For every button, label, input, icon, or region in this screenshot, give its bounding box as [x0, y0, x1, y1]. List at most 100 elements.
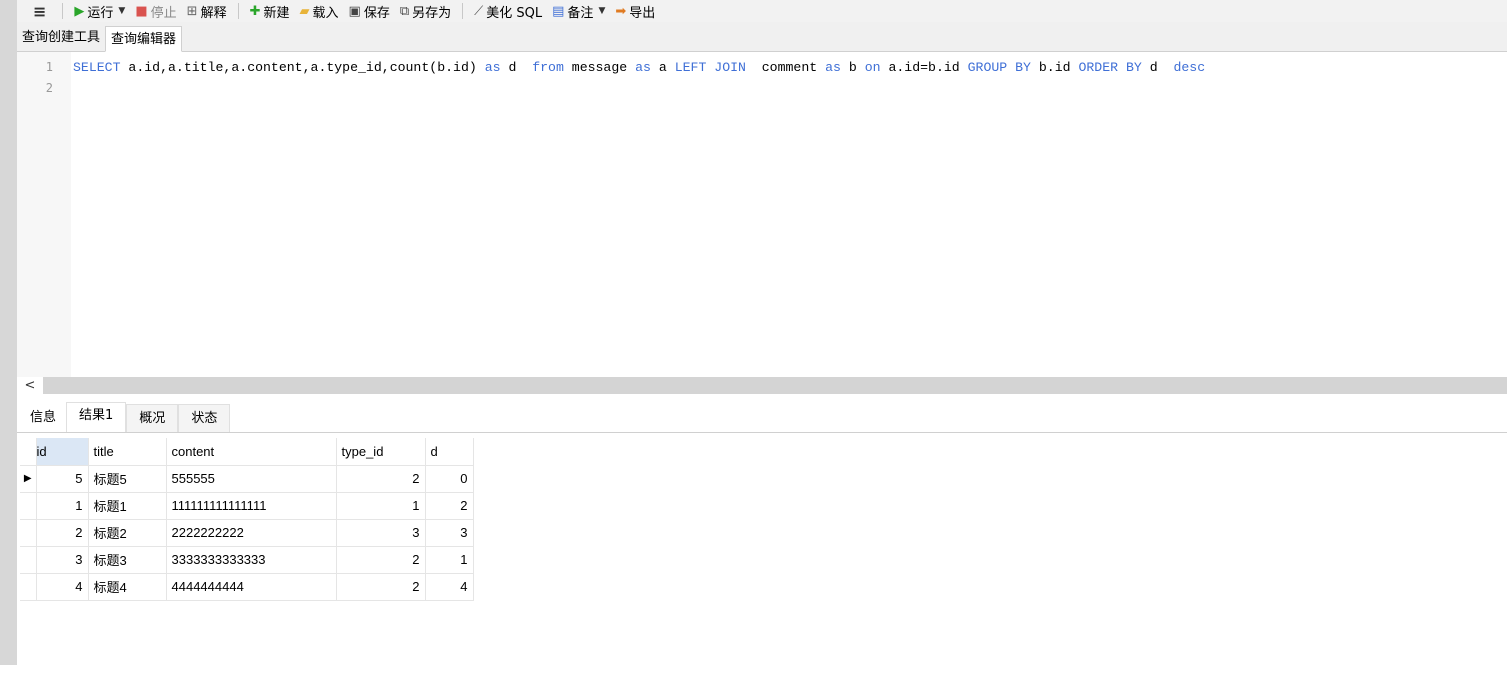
table-cell-type-id[interactable]: 2	[336, 465, 426, 493]
row-indicator[interactable]	[20, 546, 37, 574]
save-icon: ▣	[348, 3, 361, 19]
stop-button[interactable]: ■ 停止	[130, 2, 181, 21]
beautify-label: 美化 SQL	[486, 5, 543, 21]
beautify-sql-button[interactable]: ⟋ 美化 SQL	[469, 2, 547, 21]
tab-query-editor[interactable]: 查询编辑器	[105, 26, 183, 52]
table-cell-d[interactable]: 3	[425, 519, 474, 547]
sql-editor[interactable]: 1 2 SELECT a.id,a.title,a.content,a.type…	[17, 52, 1507, 377]
tab-result-1[interactable]: 结果1	[66, 402, 127, 432]
column-header-content[interactable]: content	[166, 438, 337, 466]
sql-keyword: LEFT	[674, 60, 707, 75]
sql-keyword: SELECT	[73, 60, 121, 75]
grid-header-row: id title content type_id d	[20, 438, 474, 466]
run-button[interactable]: ▶ 运行 ▼	[69, 2, 130, 21]
run-label: 运行	[87, 5, 114, 21]
sql-keyword: JOIN	[714, 60, 746, 75]
table-row[interactable]: 3 标题3 3333333333333 2 1	[20, 546, 474, 574]
toolbar: ≡ ▶ 运行 ▼ ■ 停止 ⊞ 解释 ✚ 新建 ▰ 载入 ▣ 保存 ⧉ 另存为 …	[17, 0, 1507, 22]
sql-keyword: BY	[1125, 60, 1142, 75]
new-button[interactable]: ✚ 新建	[245, 2, 295, 21]
toolbar-divider	[237, 3, 239, 19]
magic-wand-icon: ⟋	[474, 3, 484, 19]
row-indicator[interactable]	[20, 492, 37, 520]
save-button[interactable]: ▣ 保存	[344, 2, 395, 21]
table-cell-type-id[interactable]: 1	[336, 492, 426, 520]
folder-icon: ▰	[299, 3, 310, 19]
table-cell-content[interactable]: 111111111111111	[166, 492, 337, 520]
column-header-id[interactable]: id	[36, 438, 89, 466]
table-cell-title[interactable]: 标题1	[88, 492, 167, 520]
save-as-button[interactable]: ⧉ 另存为	[395, 2, 456, 21]
explain-button[interactable]: ⊞ 解释	[182, 2, 232, 21]
table-cell-d[interactable]: 2	[425, 492, 474, 520]
chevron-down-icon[interactable]: ▼	[598, 6, 605, 16]
table-row[interactable]: 1 标题1 111111111111111 1 2	[20, 492, 474, 520]
sql-code-line[interactable]: SELECT a.id,a.title,a.content,a.type_id,…	[73, 60, 1205, 75]
row-indicator-header	[20, 438, 37, 466]
new-query-icon: ✚	[249, 3, 261, 19]
tab-info[interactable]: 信息	[17, 404, 67, 432]
tab-query-builder[interactable]: 查询创建工具	[17, 25, 105, 51]
result-grid: id title content type_id d ▶ 5 标题5 555555 2 0…	[20, 438, 474, 601]
comment-label: 备注	[567, 5, 594, 21]
table-cell-id[interactable]: 3	[36, 546, 89, 574]
table-cell-type-id[interactable]: 3	[336, 519, 426, 547]
table-cell-title[interactable]: 标题5	[88, 465, 167, 493]
save-as-label: 另存为	[412, 5, 452, 21]
table-cell-title[interactable]: 标题4	[88, 573, 167, 601]
explain-label: 解释	[200, 5, 227, 21]
column-header-type-id[interactable]: type_id	[336, 438, 426, 466]
export-icon: ➡	[615, 3, 627, 19]
table-row[interactable]: 2 标题2 2222222222 3 3	[20, 519, 474, 547]
table-cell-d[interactable]: 4	[425, 573, 474, 601]
new-label: 新建	[263, 5, 290, 21]
sql-keyword: ORDER	[1078, 60, 1119, 75]
table-cell-id[interactable]: 2	[36, 519, 89, 547]
sql-keyword: as	[825, 60, 841, 75]
play-icon: ▶	[74, 3, 85, 19]
load-button[interactable]: ▰ 载入	[295, 2, 344, 21]
table-cell-type-id[interactable]: 2	[336, 546, 426, 574]
tab-status[interactable]: 状态	[178, 404, 231, 432]
table-cell-content[interactable]: 2222222222	[166, 519, 337, 547]
table-cell-content[interactable]: 3333333333333	[166, 546, 337, 574]
table-cell-d[interactable]: 1	[425, 546, 474, 574]
save-as-icon: ⧉	[399, 3, 410, 19]
hamburger-icon[interactable]: ≡	[17, 2, 56, 21]
scroll-left-arrow-icon[interactable]: <	[17, 377, 43, 394]
stop-label: 停止	[150, 5, 177, 21]
sql-keyword: GROUP	[967, 60, 1008, 75]
table-cell-id[interactable]: 1	[36, 492, 89, 520]
toolbar-divider	[62, 3, 64, 19]
current-row-indicator-icon[interactable]: ▶	[20, 465, 37, 493]
table-row[interactable]: ▶ 5 标题5 555555 2 0	[20, 465, 474, 493]
toolbar-divider	[462, 3, 464, 19]
editor-horizontal-scrollbar[interactable]: <	[17, 377, 1507, 394]
table-cell-id[interactable]: 4	[36, 573, 89, 601]
table-cell-d[interactable]: 0	[425, 465, 474, 493]
sql-keyword: desc	[1173, 60, 1206, 75]
table-cell-content[interactable]: 555555	[166, 465, 337, 493]
table-cell-title[interactable]: 标题3	[88, 546, 167, 574]
line-number: 1	[45, 60, 53, 74]
tab-profile[interactable]: 概况	[126, 404, 179, 432]
column-header-d[interactable]: d	[425, 438, 474, 466]
chevron-down-icon[interactable]: ▼	[118, 6, 125, 16]
explain-icon: ⊞	[186, 3, 198, 19]
table-row[interactable]: 4 标题4 4444444444 2 4	[20, 573, 474, 601]
row-indicator[interactable]	[20, 573, 37, 601]
left-frame-edge	[0, 0, 17, 665]
row-indicator[interactable]	[20, 519, 37, 547]
table-cell-id[interactable]: 5	[36, 465, 89, 493]
table-cell-type-id[interactable]: 2	[336, 573, 426, 601]
table-cell-content[interactable]: 4444444444	[166, 573, 337, 601]
line-number: 2	[45, 81, 53, 95]
export-label: 导出	[629, 5, 656, 21]
table-cell-title[interactable]: 标题2	[88, 519, 167, 547]
load-label: 载入	[312, 5, 339, 21]
sql-keyword: from	[532, 60, 564, 75]
comment-button[interactable]: ▤ 备注 ▼	[547, 2, 610, 21]
sql-keyword: on	[864, 60, 881, 75]
column-header-title[interactable]: title	[88, 438, 167, 466]
export-button[interactable]: ➡ 导出	[610, 2, 660, 21]
